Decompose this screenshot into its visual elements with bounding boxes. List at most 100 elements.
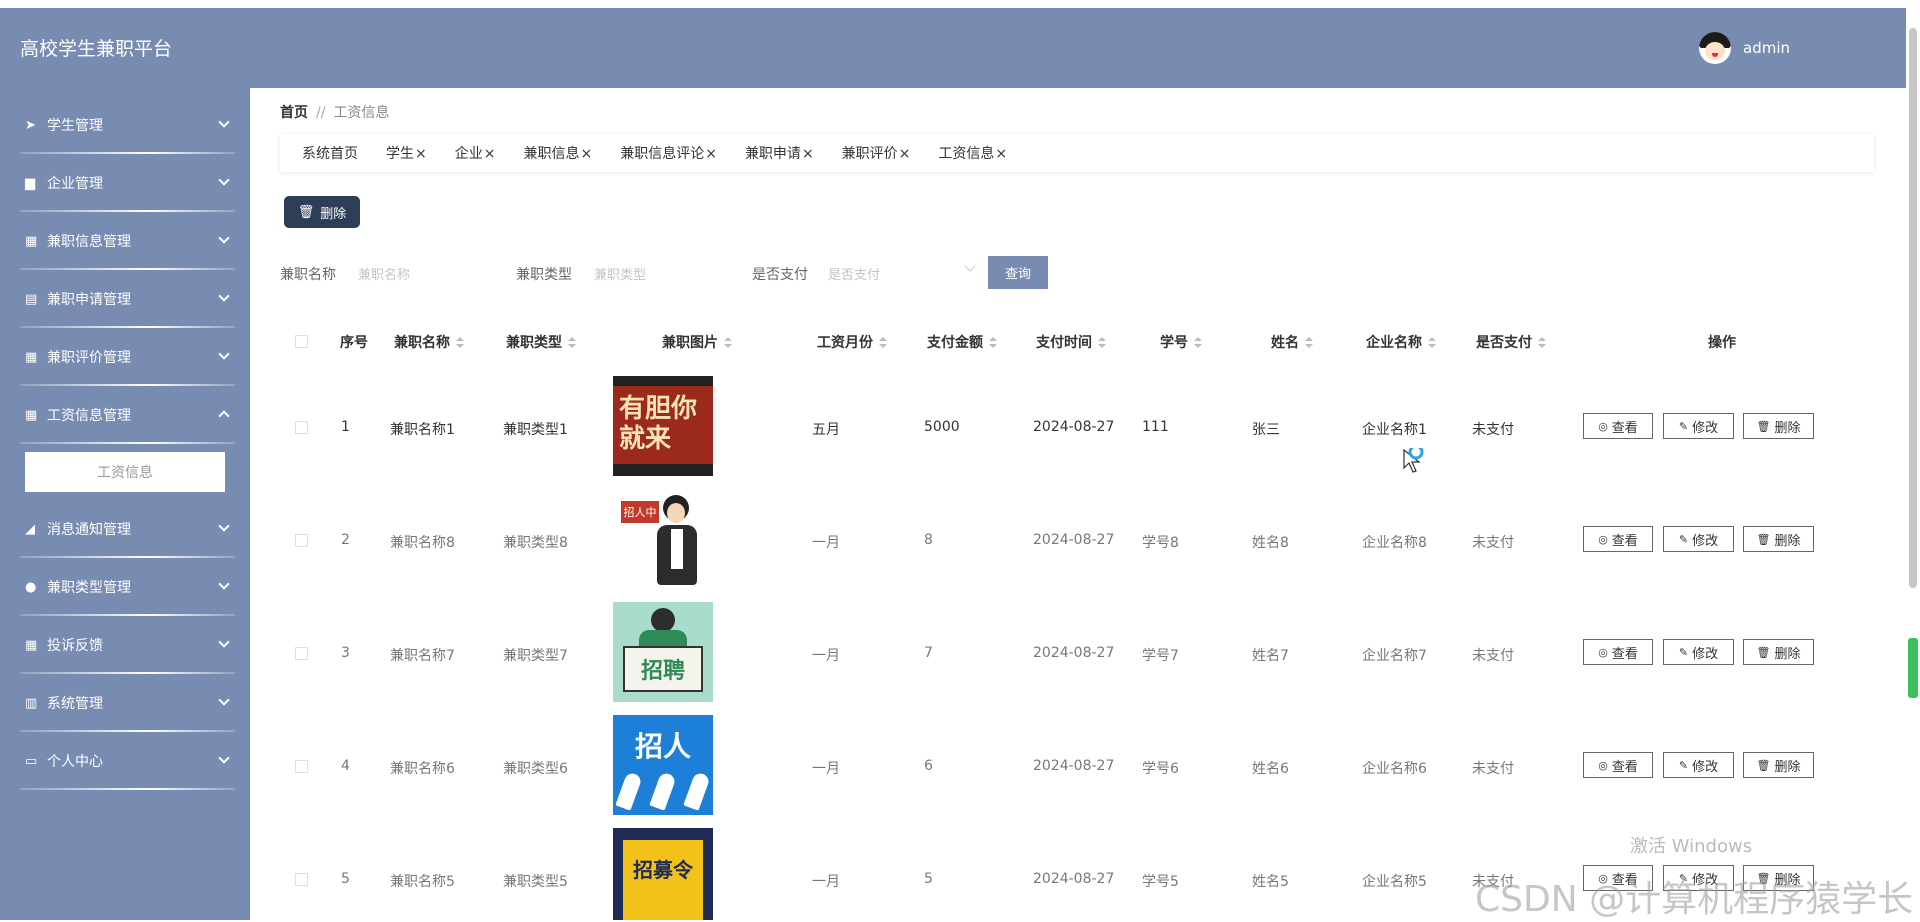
filter-paid-select[interactable]: 是否支付 (828, 264, 880, 283)
table-row: 1 兼职名称1 兼职类型1 有胆你就来 五月 5000 2024-08-27 1… (250, 375, 1906, 488)
tag-review[interactable]: 兼职评价× (842, 143, 911, 163)
col-header-student-name[interactable]: 姓名 (1271, 332, 1313, 352)
delete-button[interactable]: 🗑 删除 (1743, 413, 1814, 439)
sort-icon[interactable] (724, 337, 732, 349)
tag-salary-info[interactable]: 工资信息× (938, 143, 1007, 163)
sort-icon[interactable] (989, 337, 997, 349)
cell-student-id: 学号8 (1142, 535, 1179, 551)
tag-student[interactable]: 学生× (386, 143, 427, 163)
close-icon[interactable]: × (802, 146, 814, 162)
user-menu[interactable]: admin (1699, 32, 1790, 64)
avatar[interactable] (1699, 32, 1731, 64)
sort-icon[interactable] (456, 337, 464, 349)
tag-label: 兼职信息评论 (620, 146, 705, 162)
delete-button[interactable]: 🗑 删除 (1743, 752, 1814, 778)
tag-job-info[interactable]: 兼职信息× (523, 143, 592, 163)
row-checkbox[interactable] (295, 647, 308, 660)
row-checkbox[interactable] (295, 534, 308, 547)
sort-icon[interactable] (1538, 337, 1546, 349)
cell-student-id: 111 (1142, 419, 1169, 435)
close-icon[interactable]: × (899, 146, 911, 162)
sort-icon[interactable] (879, 337, 887, 349)
filter-name-input[interactable]: 兼职名称 (358, 264, 410, 283)
select-all-checkbox[interactable] (295, 335, 308, 348)
briefcase-icon: ▆ (25, 175, 35, 191)
breadcrumb: 首页 // 工资信息 (280, 102, 389, 122)
sort-icon[interactable] (1098, 337, 1106, 349)
col-header-paid[interactable]: 是否支付 (1476, 332, 1546, 352)
trash-icon: 🗑 (1756, 758, 1771, 772)
breadcrumb-home[interactable]: 首页 (280, 105, 308, 121)
delete-button[interactable]: 🗑 删除 (1743, 639, 1814, 665)
sidebar-item-complaint[interactable]: ▦ 投诉反馈 (0, 616, 250, 674)
cell-amount: 7 (924, 645, 933, 661)
sidebar-item-company[interactable]: ▆ 企业管理 (0, 154, 250, 212)
row-checkbox[interactable] (295, 760, 308, 773)
delete-button[interactable]: 🗑 删除 (1743, 526, 1814, 552)
view-button[interactable]: ◎ 查看 (1583, 413, 1653, 439)
sidebar-item-salary[interactable]: ▦ 工资信息管理 (0, 386, 250, 444)
sidebar-item-label: 兼职申请管理 (47, 292, 131, 308)
close-icon[interactable]: × (415, 146, 427, 162)
tag-job-comment[interactable]: 兼职信息评论× (620, 143, 717, 163)
sort-icon[interactable] (1194, 337, 1202, 349)
cell-month: 一月 (812, 874, 840, 890)
close-icon[interactable]: × (484, 146, 496, 162)
close-icon[interactable]: × (995, 146, 1007, 162)
col-header-image[interactable]: 兼职图片 (662, 332, 732, 352)
sidebar-subitem-salary-info[interactable]: 工资信息 (25, 452, 225, 492)
sidebar-item-notice[interactable]: ◢ 消息通知管理 (0, 500, 250, 558)
filter-type-input[interactable]: 兼职类型 (594, 264, 646, 283)
sidebar-item-profile[interactable]: ▭ 个人中心 (0, 732, 250, 790)
sidebar-item-student[interactable]: ➤ 学生管理 (0, 96, 250, 154)
view-button[interactable]: ◎ 查看 (1583, 639, 1653, 665)
tag-label: 兼职申请 (744, 146, 801, 162)
row-checkbox[interactable] (295, 421, 308, 434)
button-label: 删除 (1774, 420, 1801, 436)
col-header-amount[interactable]: 支付金额 (927, 332, 997, 352)
sort-icon[interactable] (568, 337, 576, 349)
query-button[interactable]: 查询 (988, 256, 1048, 289)
sidebar-item-job-type[interactable]: ● 兼职类型管理 (0, 558, 250, 616)
tag-label: 学生 (386, 146, 414, 162)
tag-company[interactable]: 企业× (455, 143, 496, 163)
cell-company: 企业名称5 (1362, 874, 1427, 890)
cell-time: 2024-08-27 (1033, 758, 1115, 774)
scrollbar-thumb[interactable] (1909, 28, 1917, 588)
chart-icon: ◢ (25, 521, 35, 537)
close-icon[interactable]: × (580, 146, 592, 162)
sidebar-item-system[interactable]: ▥ 系统管理 (0, 674, 250, 732)
col-header-company[interactable]: 企业名称 (1366, 332, 1436, 352)
tag-application[interactable]: 兼职申请× (745, 143, 814, 163)
cell-month: 一月 (812, 761, 840, 777)
batch-delete-button[interactable]: 🗑 删除 (284, 196, 360, 228)
button-label: 修改 (1692, 533, 1719, 549)
view-button[interactable]: ◎ 查看 (1583, 526, 1653, 552)
username[interactable]: admin (1743, 39, 1790, 57)
edit-button[interactable]: ✎ 修改 (1663, 639, 1734, 665)
cell-student-name: 张三 (1252, 422, 1280, 438)
edit-button[interactable]: ✎ 修改 (1663, 413, 1734, 439)
tag-home[interactable]: 系统首页 (302, 143, 358, 163)
view-button[interactable]: ◎ 查看 (1583, 752, 1653, 778)
col-header-time[interactable]: 支付时间 (1036, 332, 1106, 352)
col-header-student-id[interactable]: 学号 (1160, 332, 1202, 352)
sidebar-item-application[interactable]: ▤ 兼职申请管理 (0, 270, 250, 328)
cell-paid: 未支付 (1472, 535, 1514, 551)
sort-icon[interactable] (1305, 337, 1313, 349)
close-icon[interactable]: × (705, 146, 717, 162)
row-checkbox[interactable] (295, 873, 308, 886)
sidebar-item-review[interactable]: ▦ 兼职评价管理 (0, 328, 250, 386)
col-header-month[interactable]: 工资月份 (817, 332, 887, 352)
sidebar-item-job-info[interactable]: ▦ 兼职信息管理 (0, 212, 250, 270)
col-header-type[interactable]: 兼职类型 (506, 332, 576, 352)
edit-button[interactable]: ✎ 修改 (1663, 526, 1734, 552)
cell-no: 1 (341, 419, 350, 435)
edit-icon: ✎ (1678, 532, 1689, 546)
edit-icon: ✎ (1678, 419, 1689, 433)
scrollbar[interactable] (1906, 8, 1920, 920)
sort-icon[interactable] (1428, 337, 1436, 349)
edit-button[interactable]: ✎ 修改 (1663, 752, 1734, 778)
col-header-name[interactable]: 兼职名称 (394, 332, 464, 352)
button-label: 删除 (1774, 759, 1801, 775)
